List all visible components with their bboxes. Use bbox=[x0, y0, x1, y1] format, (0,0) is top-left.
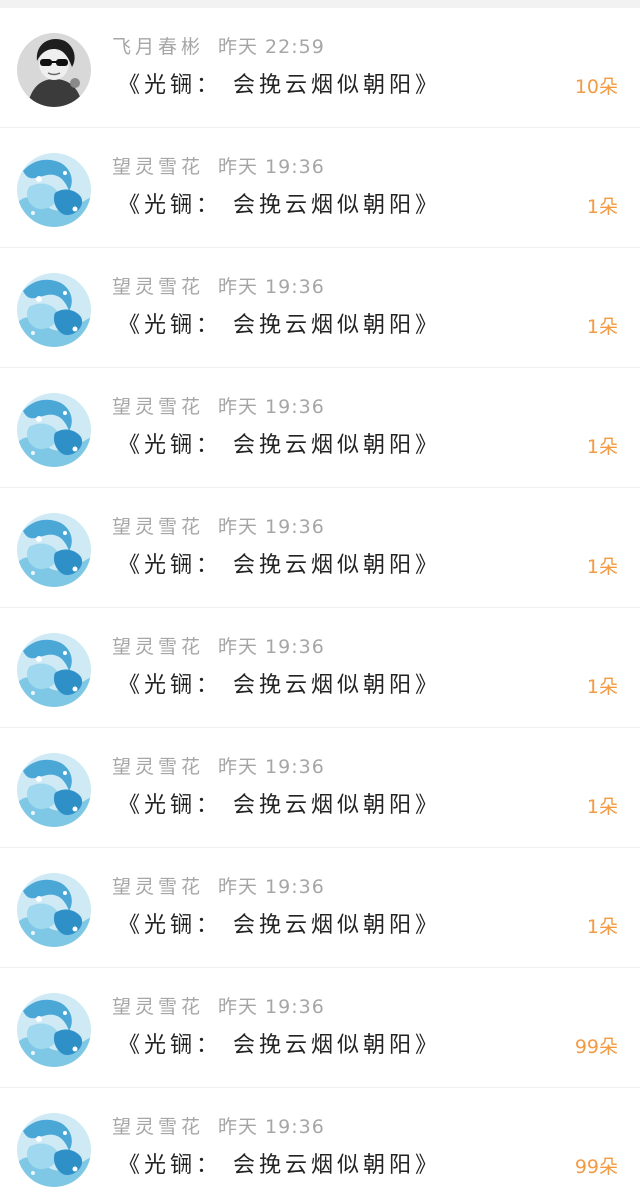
sender-meta: 飞月春彬 昨天 22:59 bbox=[112, 35, 325, 59]
send-time: 昨天 19:36 bbox=[218, 756, 325, 778]
list-item[interactable]: 望灵雪花 昨天 19:36 《光锎： 会挽云烟似朝阳》 1朵 bbox=[0, 608, 640, 728]
sender-name[interactable]: 望灵雪花 bbox=[112, 636, 204, 658]
gift-count: 99朵 bbox=[574, 1156, 618, 1178]
blue-anime-avatar[interactable] bbox=[17, 513, 91, 587]
send-time: 昨天 19:36 bbox=[218, 636, 325, 658]
sender-meta: 望灵雪花 昨天 19:36 bbox=[112, 275, 325, 299]
work-title[interactable]: 《光锎： 会挽云烟似朝阳》 bbox=[118, 432, 441, 460]
send-time: 昨天 22:59 bbox=[218, 36, 325, 58]
work-title[interactable]: 《光锎： 会挽云烟似朝阳》 bbox=[118, 192, 441, 220]
send-time: 昨天 19:36 bbox=[218, 876, 325, 898]
list-item[interactable]: 飞月春彬 昨天 22:59 《光锎： 会挽云烟似朝阳》 10朵 bbox=[0, 8, 640, 128]
blue-anime-avatar[interactable] bbox=[17, 633, 91, 707]
work-title[interactable]: 《光锎： 会挽云烟似朝阳》 bbox=[118, 1152, 441, 1180]
blue-anime-avatar[interactable] bbox=[17, 393, 91, 467]
gift-count: 1朵 bbox=[586, 796, 618, 818]
sender-name[interactable]: 望灵雪花 bbox=[112, 996, 204, 1018]
sender-name[interactable]: 望灵雪花 bbox=[112, 1116, 204, 1138]
work-title[interactable]: 《光锎： 会挽云烟似朝阳》 bbox=[118, 912, 441, 940]
sender-name[interactable]: 望灵雪花 bbox=[112, 276, 204, 298]
sender-meta: 望灵雪花 昨天 19:36 bbox=[112, 395, 325, 419]
sender-meta: 望灵雪花 昨天 19:36 bbox=[112, 995, 325, 1019]
gift-list[interactable]: 飞月春彬 昨天 22:59 《光锎： 会挽云烟似朝阳》 10朵 望灵雪花 昨天 … bbox=[0, 8, 640, 1187]
work-title[interactable]: 《光锎： 会挽云烟似朝阳》 bbox=[118, 792, 441, 820]
bw-sunglasses-avatar[interactable] bbox=[17, 33, 91, 107]
blue-anime-avatar[interactable] bbox=[17, 153, 91, 227]
work-title[interactable]: 《光锎： 会挽云烟似朝阳》 bbox=[118, 72, 441, 100]
sender-name[interactable]: 飞月春彬 bbox=[112, 36, 204, 58]
send-time: 昨天 19:36 bbox=[218, 1116, 325, 1138]
blue-anime-avatar[interactable] bbox=[17, 993, 91, 1067]
list-item[interactable]: 望灵雪花 昨天 19:36 《光锎： 会挽云烟似朝阳》 1朵 bbox=[0, 848, 640, 968]
blue-anime-avatar[interactable] bbox=[17, 273, 91, 347]
blue-anime-avatar[interactable] bbox=[17, 873, 91, 947]
gift-count: 1朵 bbox=[586, 196, 618, 218]
gift-count: 1朵 bbox=[586, 916, 618, 938]
gift-record-page: 飞月春彬 昨天 22:59 《光锎： 会挽云烟似朝阳》 10朵 望灵雪花 昨天 … bbox=[0, 0, 640, 1187]
sender-meta: 望灵雪花 昨天 19:36 bbox=[112, 155, 325, 179]
gift-count: 1朵 bbox=[586, 676, 618, 698]
list-item[interactable]: 望灵雪花 昨天 19:36 《光锎： 会挽云烟似朝阳》 1朵 bbox=[0, 128, 640, 248]
list-item[interactable]: 望灵雪花 昨天 19:36 《光锎： 会挽云烟似朝阳》 99朵 bbox=[0, 1088, 640, 1187]
sender-name[interactable]: 望灵雪花 bbox=[112, 516, 204, 538]
sender-meta: 望灵雪花 昨天 19:36 bbox=[112, 515, 325, 539]
send-time: 昨天 19:36 bbox=[218, 156, 325, 178]
sender-meta: 望灵雪花 昨天 19:36 bbox=[112, 635, 325, 659]
send-time: 昨天 19:36 bbox=[218, 996, 325, 1018]
sender-name[interactable]: 望灵雪花 bbox=[112, 396, 204, 418]
sender-meta: 望灵雪花 昨天 19:36 bbox=[112, 875, 325, 899]
sender-meta: 望灵雪花 昨天 19:36 bbox=[112, 755, 325, 779]
list-item[interactable]: 望灵雪花 昨天 19:36 《光锎： 会挽云烟似朝阳》 1朵 bbox=[0, 368, 640, 488]
blue-anime-avatar[interactable] bbox=[17, 753, 91, 827]
gift-count: 99朵 bbox=[574, 1036, 618, 1058]
sender-name[interactable]: 望灵雪花 bbox=[112, 756, 204, 778]
list-item[interactable]: 望灵雪花 昨天 19:36 《光锎： 会挽云烟似朝阳》 1朵 bbox=[0, 488, 640, 608]
work-title[interactable]: 《光锎： 会挽云烟似朝阳》 bbox=[118, 672, 441, 700]
send-time: 昨天 19:36 bbox=[218, 276, 325, 298]
blue-anime-avatar[interactable] bbox=[17, 1113, 91, 1187]
sender-meta: 望灵雪花 昨天 19:36 bbox=[112, 1115, 325, 1139]
work-title[interactable]: 《光锎： 会挽云烟似朝阳》 bbox=[118, 552, 441, 580]
sender-name[interactable]: 望灵雪花 bbox=[112, 156, 204, 178]
work-title[interactable]: 《光锎： 会挽云烟似朝阳》 bbox=[118, 1032, 441, 1060]
work-title[interactable]: 《光锎： 会挽云烟似朝阳》 bbox=[118, 312, 441, 340]
list-item[interactable]: 望灵雪花 昨天 19:36 《光锎： 会挽云烟似朝阳》 99朵 bbox=[0, 968, 640, 1088]
send-time: 昨天 19:36 bbox=[218, 396, 325, 418]
gift-count: 1朵 bbox=[586, 556, 618, 578]
send-time: 昨天 19:36 bbox=[218, 516, 325, 538]
sender-name[interactable]: 望灵雪花 bbox=[112, 876, 204, 898]
gift-count: 1朵 bbox=[586, 316, 618, 338]
gift-count: 10朵 bbox=[574, 76, 618, 98]
gift-count: 1朵 bbox=[586, 436, 618, 458]
list-item[interactable]: 望灵雪花 昨天 19:36 《光锎： 会挽云烟似朝阳》 1朵 bbox=[0, 248, 640, 368]
list-item[interactable]: 望灵雪花 昨天 19:36 《光锎： 会挽云烟似朝阳》 1朵 bbox=[0, 728, 640, 848]
